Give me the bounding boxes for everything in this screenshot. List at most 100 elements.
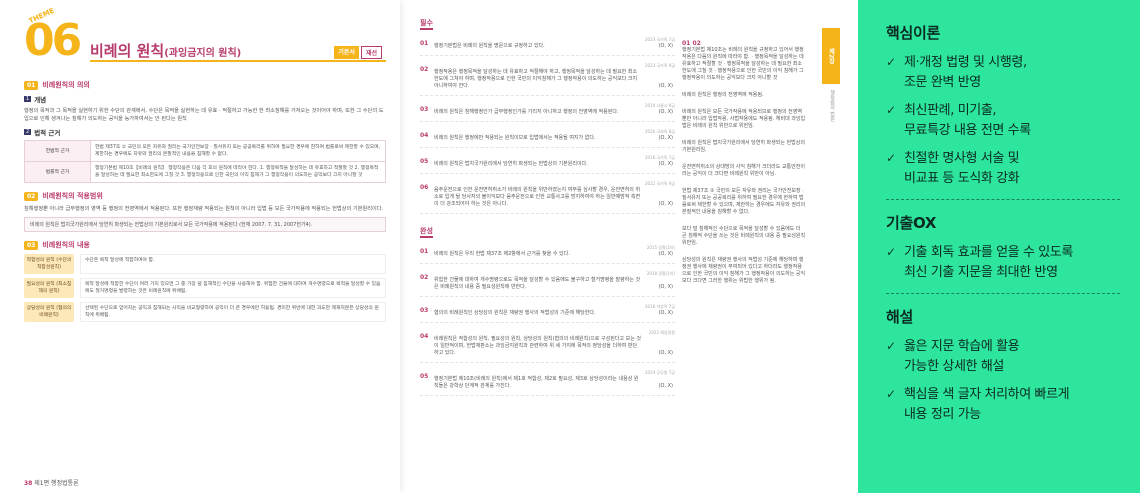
- feature-item: ✓ 친절한 명사형 서술 및비교표 등 도식화 강화: [886, 149, 1120, 189]
- ox-question-item: 05 2024 군무원 7급 행정기본법 제10조(비례의 원칙)에서 제1호 …: [420, 367, 675, 396]
- question-number: 05: [420, 373, 429, 380]
- answer-list: 01 02 행정기본법 제10조는 비례의 원칙을 규정하고 있어서 행정작용은…: [682, 40, 806, 285]
- question-number: 02: [420, 66, 429, 73]
- question-number: 03: [420, 307, 429, 314]
- flow-row: 적합성의 원칙 (수단의 적합성원칙) 수단은 목적 달성에 적합하여야 함.: [24, 254, 386, 274]
- feature-item-line: 비교표 등 도식화 강화: [904, 171, 1020, 186]
- ox-choice[interactable]: (O, X): [659, 201, 673, 207]
- footer-text: 제1편 행정법통론: [34, 480, 79, 487]
- chapter-tag: 기본서: [334, 46, 359, 59]
- feature-item-text: 핵심을 색 글자 처리하여 빠르게 내용 정리 가능: [904, 385, 1070, 425]
- feature-section-title: 해설: [886, 308, 914, 326]
- feature-item-line: 친절한 명사형 서술 및: [904, 151, 1020, 166]
- question-number: 06: [420, 184, 429, 191]
- feature-item-line: 가능한 상세한 해설: [904, 359, 1004, 374]
- flow-text: 목적 달성에 적합한 수단이 여러 가지 있으면 그 중 가장 덜 침해적인 수…: [80, 278, 386, 298]
- feature-item-line: 내용 정리 가능: [904, 407, 981, 422]
- ox-question-item: 01 2015 경찰(2차) 비례의 원칙은 우리 헌법 제37조 제2항에서 …: [420, 242, 675, 264]
- page-number: 38: [24, 480, 33, 487]
- section-title: 비례원칙의 의의: [42, 81, 90, 89]
- page-footer: 38 제1편 행정법통론: [24, 478, 79, 487]
- question-number: 05: [420, 158, 429, 165]
- ox-question-item: 01 2023 국가직 7급 행정기본법은 비례의 원칙을 명문으로 규정하고 …: [420, 34, 675, 56]
- flow-label: 필요성의 원칙 (최소침해의 원칙): [24, 278, 74, 298]
- right-book-page: 필수 01 2023 국가직 7급 행정기본법은 비례의 원칙을 명문으로 규정…: [406, 0, 858, 493]
- answer-item: 비례의 원칙은 행정의 전영역에 적용됨.: [682, 92, 806, 99]
- feature-section: 기출OX ✓ 기출 회독 효과를 얻을 수 있도록 최신 기출 지문을 최대한 반…: [886, 212, 1120, 283]
- feature-item-line: 조문 완벽 반영: [904, 75, 981, 90]
- ox-question-item: 03 2019 서울시 9급 비례의 원칙은 침해행정인가 급부행정인가를 가리…: [420, 100, 675, 122]
- chapter-tags: 기본서 재선: [334, 46, 382, 59]
- feature-item-text: 제·개정 법령 및 시행령, 조문 완벽 반영: [904, 53, 1027, 93]
- answer-text: 비례의 원칙은 법치국가원리에서 당연히 파생되는 헌법상의 기본원리임.: [682, 140, 805, 153]
- feature-item-text: 옳은 지문 학습에 활용 가능한 상세한 해설: [904, 337, 1020, 377]
- answer-item: 비례의 원칙은 법치국가원리에서 당연히 파생되는 헌법상의 기본원리임.: [682, 140, 806, 154]
- table-cell-text: 행정기본법 제10조【비례의 원칙】 행정작용은 다음 각 호의 원칙에 따라야…: [90, 161, 386, 183]
- feature-panel: 핵심이론 ✓ 제·개정 법령 및 시행령, 조문 완벽 반영 ✓ 최신판례, 미기…: [858, 0, 1140, 493]
- feature-sections: 핵심이론 ✓ 제·개정 법령 및 시행령, 조문 완벽 반영 ✓ 최신판례, 미기…: [886, 22, 1120, 425]
- ox-question-item: 02 2023 국가직 9급 행정작용은 행정목적을 달성하는 데 유효하고 적…: [420, 60, 675, 96]
- section-heading: 01 비례원칙의 의의: [24, 80, 386, 90]
- ox-choice[interactable]: (O, X): [659, 383, 673, 389]
- section-title: 비례원칙의 적용범위: [42, 192, 103, 200]
- answer-number: 01 02: [682, 40, 701, 47]
- left-book-page: THEME 06 비례의 원칙(과잉금지의 원칙) 기본서 재선 01 비례원칙…: [0, 0, 400, 493]
- question-text: 행정기본법은 비례의 원칙을 명문으로 규정하고 있다.: [434, 43, 545, 49]
- section-heading: 02 비례원칙의 적용범위: [24, 191, 386, 201]
- finish-label: 완성: [420, 226, 433, 238]
- question-text: 비례의 원칙은 행정에만 적용되는 원칙이므로 입법에서는 적용될 여지가 없다…: [434, 135, 596, 141]
- ox-choice[interactable]: (O, X): [659, 284, 673, 290]
- must-label: 필수: [420, 18, 433, 30]
- subsection-title: 법적 근거: [34, 129, 61, 137]
- question-text: 협의의 비례원칙인 상당성의 원칙은 재량권 행사의 적법성의 기준에 해당한다…: [434, 310, 596, 316]
- table-cell-label: 헌법적 근거: [24, 140, 91, 162]
- question-number: 01: [420, 40, 429, 47]
- table-row: 법률적 근거 행정기본법 제10조【비례의 원칙】 행정작용은 다음 각 호의 …: [24, 161, 386, 183]
- ox-question-item: 05 2018 국가직 7급 비례의 원칙은 법치국가원리에서 당연히 파생되는…: [420, 152, 675, 174]
- feature-item-text: 기출 회독 효과를 얻을 수 있도록 최신 기출 지문을 최대한 반영: [904, 243, 1073, 283]
- question-list: 01 2015 경찰(2차) 비례의 원칙은 우리 헌법 제37조 제2항에서 …: [420, 242, 675, 396]
- ox-question-item: 04 2022 해양경찰 비례원칙은 적합성의 원칙, 필요성의 원칙, 상당성…: [420, 327, 675, 363]
- ox-choice[interactable]: (O, X): [659, 161, 673, 167]
- feature-item: ✓ 기출 회독 효과를 얻을 수 있도록 최신 기출 지문을 최대한 반영: [886, 243, 1120, 283]
- question-text: 음주운전으로 인한 운전면허취소가 비례의 원칙을 위반하였는지 여부를 심사할…: [434, 187, 641, 207]
- answer-text: 비례의 원칙은 모든 국가작용에 적용되므로 행정의 전영역뿐만 아니라 입법작…: [682, 109, 806, 129]
- check-icon: ✓: [886, 339, 897, 353]
- ox-question-item: 02 2018 경찰(1차) 위험한 건물에 대하여 개수명령으로도 목적을 달…: [420, 268, 675, 297]
- feature-item-line: 기출 회독 효과를 얻을 수 있도록: [904, 245, 1073, 260]
- ox-choice[interactable]: (O, X): [659, 135, 673, 141]
- answer-text: 상당성의 원칙은 재량권 행사의 적법성 기준에 해당하며 행정권 행사에 재량…: [682, 257, 806, 284]
- flow-label: 적합성의 원칙 (수단의 적합성원칙): [24, 254, 74, 274]
- check-icon: ✓: [886, 151, 897, 165]
- subsection-heading: 1 개념: [24, 94, 386, 104]
- ox-choice[interactable]: (O, X): [659, 83, 673, 89]
- question-number: 01: [420, 248, 429, 255]
- table-row: 헌법적 근거 헌법 제37조 ② 국민의 모든 자유와 권리는 국가안전보장 ·…: [24, 140, 386, 162]
- feature-item-text: 최신판례, 미기출, 무료특강 내용 전면 수록: [904, 101, 1031, 141]
- answer-item: 운전면허취소의 상대방의 사익 침해가 크더라도 교통안전이라는 공익이 더 크…: [682, 164, 806, 178]
- feature-item-line: 무료특강 내용 전면 수록: [904, 123, 1031, 138]
- check-icon: ✓: [886, 387, 897, 401]
- ox-choice[interactable]: (O, X): [659, 251, 673, 257]
- answer-item: 헌법 제37조 ② 국민의 모든 자유와 권리는 국가안전보장 · 질서유지 또…: [682, 188, 806, 216]
- flow-text: 선택된 수단으로 얻어지는 공익과 침해되는 사익을 비교형량하여 공익이 더 …: [80, 302, 386, 322]
- ox-choice[interactable]: (O, X): [659, 109, 673, 115]
- concept-paragraph: 행정의 목적과 그 목적을 실현하기 위한 수단의 관계에서, 수단은 목적을 …: [24, 108, 384, 122]
- feature-section: 핵심이론 ✓ 제·개정 법령 및 시행령, 조문 완벽 반영 ✓ 최신판례, 미기…: [886, 22, 1120, 189]
- ox-choice[interactable]: (O, X): [659, 43, 673, 49]
- answer-column: 01 02 행정기본법 제10조는 비례의 원칙을 규정하고 있어서 행정작용은…: [682, 40, 806, 295]
- flow-row: 상당성의 원칙 (협의의 비례원칙) 선택된 수단으로 얻어지는 공익과 침해되…: [24, 302, 386, 322]
- subsection-heading: 2 법적 근거: [24, 127, 386, 137]
- question-text: 비례의 원칙은 우리 헌법 제37조 제2항에서 근거를 찾을 수 있다.: [434, 251, 570, 257]
- table-cell-text: 헌법 제37조 ② 국민의 모든 자유와 권리는 국가안전보장 · 질서유지 또…: [90, 140, 386, 162]
- ox-choice[interactable]: (O, X): [659, 310, 673, 316]
- question-number: 04: [420, 333, 429, 340]
- question-number: 04: [420, 132, 429, 139]
- answer-item: 보다 덜 침해적인 수단으로 목적을 달성할 수 있음에도 더 큰 침해적 수단…: [682, 226, 806, 247]
- legal-basis-table: 헌법적 근거 헌법 제37조 ② 국민의 모든 자유와 권리는 국가안전보장 ·…: [24, 140, 386, 183]
- ox-choice[interactable]: (O, X): [659, 350, 673, 356]
- chapter-number: 06: [24, 15, 82, 66]
- chapter-divider: [90, 60, 386, 62]
- chapter-title-sub: (과잉금지의 원칙): [164, 48, 242, 59]
- ox-question-item: 03 2018 지방직 7급 협의의 비례원칙인 상당성의 원칙은 재량권 행사…: [420, 301, 675, 323]
